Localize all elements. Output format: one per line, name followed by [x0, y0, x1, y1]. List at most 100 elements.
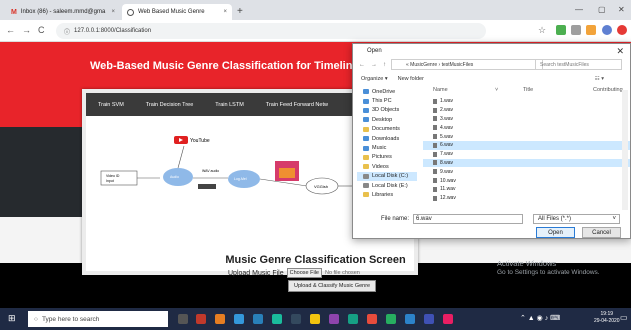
notification-icon[interactable]: ▭ [620, 313, 628, 322]
audio-file-icon [433, 107, 437, 113]
open-button[interactable]: Open [536, 227, 575, 238]
taskbar-clock[interactable]: 19:19 29-04-2020 [594, 311, 620, 325]
up-icon[interactable]: ↑ [383, 62, 386, 68]
system-tray-icons[interactable]: ⌃ ▲ ◉ ♪ ⌨ [520, 314, 560, 322]
file-row[interactable]: 5.wav [423, 132, 630, 141]
edge-icon[interactable] [234, 314, 244, 324]
app-icon[interactable] [386, 314, 396, 324]
file-row[interactable]: 7.wav [423, 150, 630, 159]
close-icon[interactable]: × [223, 9, 227, 15]
extension-icon[interactable] [586, 25, 596, 35]
app-icon[interactable] [367, 314, 377, 324]
cube-icon [363, 107, 369, 113]
choose-file-button[interactable]: Choose File [286, 268, 322, 278]
file-row[interactable]: 10.wav [423, 176, 630, 185]
app-icon[interactable] [253, 314, 263, 324]
forward-icon[interactable]: → [22, 25, 31, 35]
microphone-icon[interactable] [178, 314, 188, 324]
file-row[interactable]: 4.wav [423, 123, 630, 132]
organize-button[interactable]: Organize ▾ [361, 76, 388, 82]
column-title[interactable]: Title [523, 87, 533, 93]
back-icon[interactable]: ← [6, 25, 15, 35]
app-icon[interactable] [329, 314, 339, 324]
new-tab-icon[interactable]: + [237, 6, 243, 17]
file-row[interactable]: 2.wav [423, 106, 630, 115]
close-icon[interactable]: ✕ [616, 46, 624, 57]
filename-input[interactable]: 6.wav [413, 214, 524, 224]
nav-item-local-disk-c[interactable]: Local Disk (C:) [357, 171, 417, 181]
new-folder-button[interactable]: New folder [398, 76, 424, 82]
app-icon[interactable] [348, 314, 358, 324]
file-row[interactable]: 1.wav [423, 97, 630, 106]
file-row[interactable]: 3.wav [423, 115, 630, 124]
column-contributing[interactable]: Contributing [593, 87, 623, 93]
watermark-subtitle: Go to Settings to activate Windows. [497, 269, 600, 276]
cancel-button[interactable]: Cancel [582, 227, 621, 238]
app-icon[interactable] [272, 314, 282, 324]
file-row[interactable]: 11.wav [423, 185, 630, 194]
tab-music-genre[interactable]: Web Based Music Genre × [122, 4, 232, 20]
filetype-select[interactable]: All Files (*.*) ˅ [533, 214, 620, 224]
nav-item-label: Downloads [372, 135, 400, 142]
watermark-title: Activate Windows [497, 259, 557, 268]
nav-item-downloads[interactable]: Downloads [357, 134, 417, 143]
nav-item-onedrive[interactable]: OneDrive [357, 87, 417, 96]
nav-item-videos[interactable]: Videos [357, 162, 417, 171]
maximize-icon[interactable]: ▢ [598, 5, 606, 14]
file-name: 9.wav [440, 168, 454, 175]
app-icon[interactable] [405, 314, 415, 324]
column-name[interactable]: Name [433, 87, 448, 93]
app-icon[interactable] [215, 314, 225, 324]
nav-item-local-disk-e[interactable]: Local Disk (E:) [357, 181, 417, 190]
nav-train-feed-forward[interactable]: Train Feed Forward Netw [266, 102, 328, 108]
dialog-search-input[interactable]: Search testMusicFiles [535, 59, 622, 70]
folder-icon[interactable] [310, 314, 320, 324]
nav-item-documents[interactable]: Documents [357, 125, 417, 134]
dialog-path-row: ← → ↑ « MusicGenre › testMusicFiles Sear… [353, 58, 630, 72]
tab-inbox[interactable]: M Inbox (86) - saleem.mmd@gma × [6, 4, 120, 20]
download-icon [363, 136, 369, 142]
windows-start-icon[interactable]: ⊞ [8, 313, 16, 324]
file-row[interactable]: 9.wav [423, 167, 630, 176]
file-explorer-icon[interactable] [291, 314, 301, 324]
nav-item-desktop[interactable]: Desktop [357, 115, 417, 124]
close-icon[interactable]: × [111, 9, 115, 15]
file-row-selected[interactable]: 6.wav [423, 141, 630, 150]
nav-train-svm[interactable]: Train SVM [98, 102, 124, 108]
file-row[interactable]: 12.wav [423, 194, 630, 203]
forward-icon[interactable]: → [371, 62, 377, 68]
bookmark-star-icon[interactable]: ☆ [538, 25, 546, 36]
opera-icon[interactable] [196, 314, 206, 324]
breadcrumb[interactable]: « MusicGenre › testMusicFiles [391, 59, 543, 70]
file-list-scrollbar[interactable] [622, 90, 628, 210]
gmail-icon: M [11, 8, 17, 16]
taskbar-search[interactable]: ○ Type here to search [28, 311, 168, 327]
extension-icon[interactable] [617, 25, 627, 35]
nav-item-music[interactable]: Music [357, 143, 417, 152]
classify-button[interactable]: Upload & Classify Music Genre [288, 280, 377, 292]
file-row[interactable]: 8.wav [423, 158, 630, 168]
reload-icon[interactable]: C [38, 25, 45, 35]
app-icon[interactable] [424, 314, 434, 324]
profile-avatar[interactable] [602, 25, 612, 35]
app-icon[interactable] [443, 314, 453, 324]
nav-train-decision-tree[interactable]: Train Decision Tree [146, 102, 193, 108]
window-close-icon[interactable]: ✕ [618, 5, 625, 14]
nav-item-this-pc[interactable]: This PC [357, 96, 417, 105]
search-icon: ○ [34, 315, 38, 323]
extension-icon[interactable] [556, 25, 566, 35]
minimize-icon[interactable]: — [575, 5, 583, 14]
dialog-nav-pane: OneDrive This PC 3D Objects Desktop Docu… [357, 87, 417, 207]
filename-row: File name: 6.wav [381, 214, 524, 224]
nav-item-libraries[interactable]: Libraries [357, 190, 417, 199]
nav-train-lstm[interactable]: Train LSTM [215, 102, 244, 108]
view-options-icon[interactable]: ☷ ▾ [595, 76, 604, 82]
url-field[interactable]: ⓘ 127.0.0.1:8000/Classification [56, 23, 486, 39]
url-text: 127.0.0.1:8000/Classification [74, 28, 152, 34]
extension-icon[interactable] [571, 25, 581, 35]
nav-item-3d-objects[interactable]: 3D Objects [357, 106, 417, 115]
waveform-image [198, 184, 216, 189]
back-icon[interactable]: ← [359, 62, 365, 68]
nav-item-pictures[interactable]: Pictures [357, 153, 417, 162]
video-id-box-label: Video ID [106, 174, 120, 178]
